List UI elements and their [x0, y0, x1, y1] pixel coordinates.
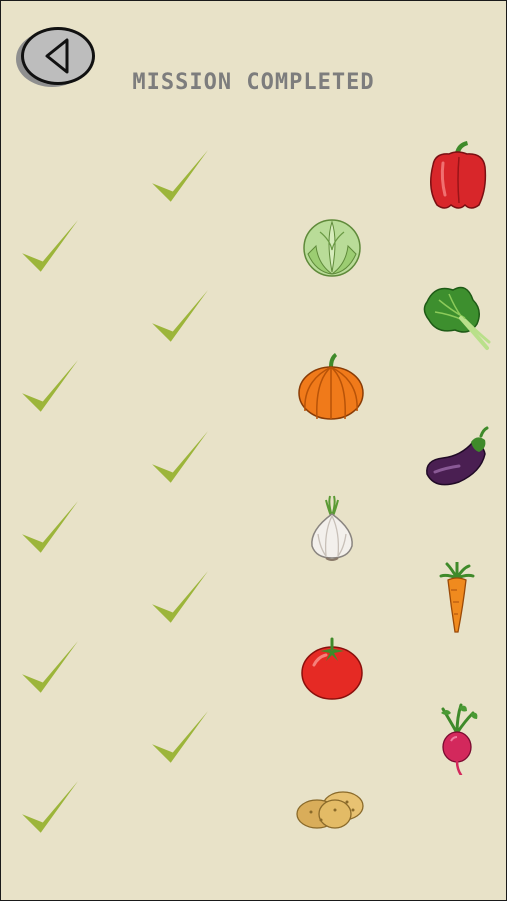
red-pepper-icon[interactable]	[421, 139, 493, 211]
eggplant-icon[interactable]	[421, 422, 493, 494]
checkmark-icon	[18, 497, 80, 559]
potato-icon[interactable]	[295, 774, 367, 846]
carrot-icon[interactable]	[421, 562, 493, 634]
pumpkin-icon[interactable]	[295, 351, 367, 423]
page-title: MISSION COMPLETED	[132, 70, 375, 95]
checkmark-icon	[148, 427, 210, 489]
checkmark-icon	[18, 356, 80, 418]
beet-icon[interactable]	[421, 703, 493, 775]
checkmark-icon	[18, 777, 80, 839]
checkmark-icon	[148, 707, 210, 769]
cabbage-icon[interactable]	[296, 210, 368, 282]
garlic-icon[interactable]	[296, 492, 368, 564]
tomato-icon[interactable]	[296, 633, 368, 705]
checkmark-icon	[148, 146, 210, 208]
checkmark-icon	[148, 286, 210, 348]
checkmark-icon	[148, 567, 210, 629]
checkmark-icon	[18, 216, 80, 278]
checkmark-icon	[18, 637, 80, 699]
spinach-icon[interactable]	[421, 280, 493, 352]
